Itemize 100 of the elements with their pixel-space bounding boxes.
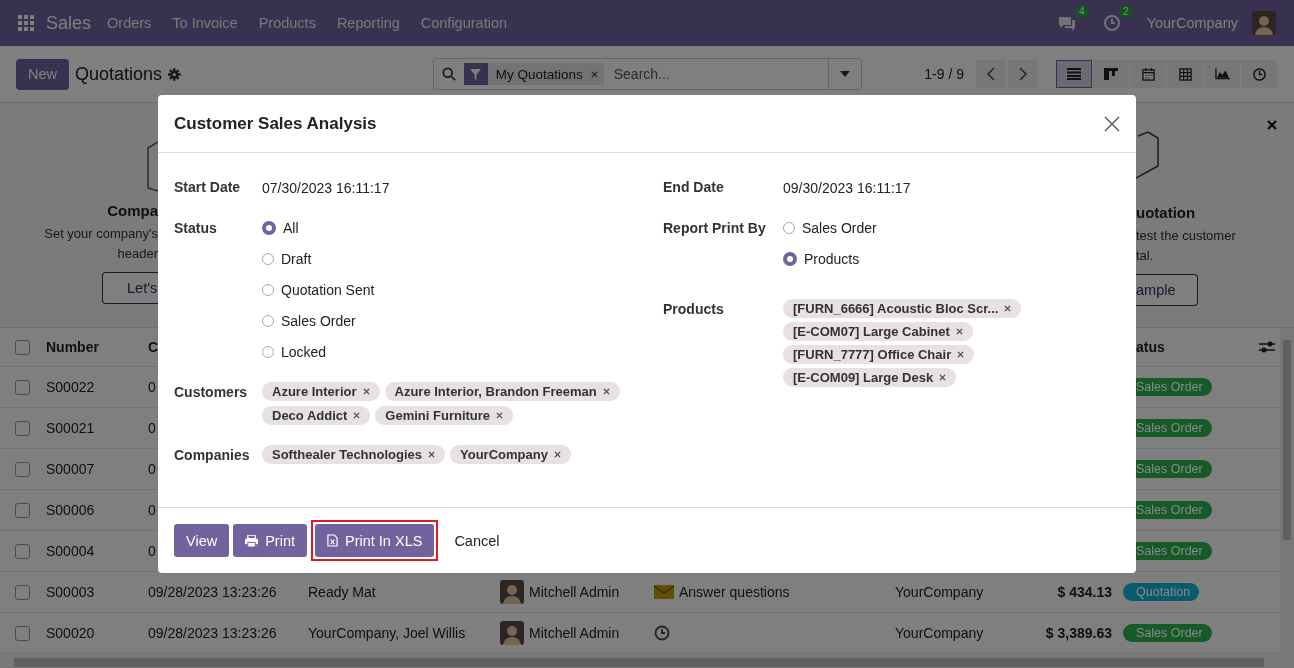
- settings-icon[interactable]: [168, 67, 181, 81]
- remove-icon[interactable]: [362, 388, 370, 395]
- column-header[interactable]: C: [148, 339, 159, 355]
- activity-count: 2: [1119, 5, 1133, 18]
- clock-icon[interactable]: [654, 625, 670, 641]
- tag[interactable]: Gemini Furniture: [375, 406, 514, 425]
- filter-icon: [470, 68, 482, 80]
- tag[interactable]: Deco Addict: [262, 406, 371, 425]
- view-switch-button[interactable]: [1093, 60, 1129, 88]
- search-icon: [441, 67, 456, 81]
- table-icon: [1178, 67, 1192, 81]
- close-icon[interactable]: [1267, 120, 1277, 130]
- banner-title: uotation: [1136, 204, 1196, 221]
- user-avatar[interactable]: [1252, 11, 1276, 35]
- tag[interactable]: YourCompany: [450, 445, 571, 464]
- table-cell: YourCompany: [895, 584, 984, 600]
- cancel-button[interactable]: Cancel: [446, 524, 508, 557]
- field-label: Products: [663, 300, 725, 319]
- field-label: Customers: [174, 383, 249, 402]
- tag[interactable]: [FURN_7777] Office Chair: [783, 345, 975, 364]
- close-icon[interactable]: [1104, 115, 1120, 132]
- table-cell: S00020: [46, 625, 95, 641]
- date-field[interactable]: 09/30/2023 16:11:17: [783, 177, 911, 198]
- remove-icon[interactable]: [496, 412, 504, 419]
- field-label: Start Date: [174, 178, 242, 197]
- caret-icon[interactable]: [840, 71, 851, 77]
- banner-button[interactable]: ample: [1136, 274, 1198, 306]
- radio-option[interactable]: Sales Order: [783, 218, 877, 238]
- field-label: End Date: [663, 178, 725, 197]
- remove-icon[interactable]: [590, 70, 598, 78]
- column-settings-icon[interactable]: [1259, 340, 1275, 354]
- radio-option[interactable]: Quotation Sent: [262, 280, 375, 300]
- remove-icon[interactable]: [957, 351, 965, 358]
- column-header[interactable]: Number: [46, 339, 99, 355]
- row-checkbox[interactable]: [15, 543, 30, 559]
- banner-text: header: [117, 245, 158, 263]
- area-chart-icon: [1214, 68, 1230, 80]
- banner-text: Set your company's: [44, 225, 158, 243]
- table-cell: 0: [148, 420, 156, 436]
- table-cell: Ready Mat: [308, 584, 376, 600]
- view-switch-button[interactable]: [1130, 60, 1166, 88]
- radio-option[interactable]: All: [262, 218, 375, 238]
- filter-facet[interactable]: My Quotations: [463, 63, 604, 85]
- tag[interactable]: Azure Interior, Brandon Freeman: [384, 382, 620, 401]
- kanban-icon: [1104, 68, 1118, 80]
- column-header[interactable]: atus: [1136, 339, 1165, 355]
- search-bar[interactable]: My Quotations Search...: [432, 58, 863, 90]
- table-cell: 0: [148, 461, 156, 477]
- apps-menu-icon[interactable]: [18, 15, 34, 31]
- select-all-checkbox[interactable]: [15, 339, 30, 355]
- scrollbar[interactable]: [0, 655, 1294, 668]
- activity-summary: Answer questions: [679, 584, 790, 600]
- clock-icon: [1252, 67, 1266, 81]
- salesperson-name: Mitchell Admin: [529, 584, 620, 600]
- view-button[interactable]: View: [174, 524, 230, 557]
- row-checkbox[interactable]: [15, 379, 30, 395]
- export-button[interactable]: Print In XLS: [315, 524, 435, 557]
- remove-icon[interactable]: [353, 412, 361, 419]
- row-checkbox[interactable]: [15, 461, 30, 477]
- salesperson-name: Mitchell Admin: [529, 625, 620, 641]
- table-cell-text: $ 434.13: [1057, 584, 1113, 600]
- row-checkbox[interactable]: [15, 502, 30, 518]
- view-switch-button[interactable]: [1167, 60, 1203, 88]
- field-label: Report Print By: [663, 219, 767, 238]
- remove-icon[interactable]: [553, 451, 561, 458]
- table-cell: YourCompany, Joel Willis: [308, 625, 466, 641]
- field-label: Companies: [174, 446, 251, 465]
- chat-icon[interactable]: [1056, 14, 1077, 32]
- tag[interactable]: Softhealer Technologies: [262, 445, 445, 464]
- scrollbar[interactable]: [1280, 328, 1294, 655]
- date-field[interactable]: 07/30/2023 16:11:17: [262, 177, 390, 198]
- row-checkbox[interactable]: [15, 420, 30, 436]
- table-cell: YourCompany: [895, 625, 984, 641]
- banner-button[interactable]: Let's: [102, 272, 158, 304]
- field-label: Status: [174, 219, 218, 238]
- radio-option[interactable]: Products: [783, 249, 877, 269]
- banner-title: Compa: [107, 202, 158, 219]
- status-badge: Sales Order: [1123, 624, 1212, 642]
- radio-option[interactable]: Sales Order: [262, 311, 375, 331]
- tag[interactable]: Azure Interior: [262, 382, 380, 401]
- table-cell: 0: [148, 379, 156, 395]
- remove-icon[interactable]: [602, 388, 610, 395]
- radio-option[interactable]: Locked: [262, 342, 375, 362]
- view-switch-button[interactable]: [1056, 60, 1092, 88]
- remove-icon[interactable]: [428, 451, 435, 458]
- radio-option[interactable]: Draft: [262, 249, 375, 269]
- remove-icon[interactable]: [1004, 305, 1012, 312]
- message-count: 4: [1075, 5, 1089, 18]
- tag[interactable]: [E-COM07] Large Cabinet: [783, 322, 973, 341]
- file-icon: [327, 534, 338, 547]
- row-checkbox[interactable]: [15, 584, 30, 600]
- row-checkbox[interactable]: [15, 625, 30, 641]
- dialog-title: Customer Sales Analysis: [174, 113, 377, 134]
- remove-icon[interactable]: [939, 374, 947, 381]
- view-switch-button[interactable]: [1241, 60, 1277, 88]
- view-switch-button[interactable]: [1204, 60, 1240, 88]
- remove-icon[interactable]: [955, 328, 963, 335]
- tag[interactable]: [E-COM09] Large Desk: [783, 368, 957, 387]
- print-button[interactable]: Print: [233, 524, 307, 557]
- tag[interactable]: [FURN_6666] Acoustic Bloc Scr...: [783, 299, 1022, 318]
